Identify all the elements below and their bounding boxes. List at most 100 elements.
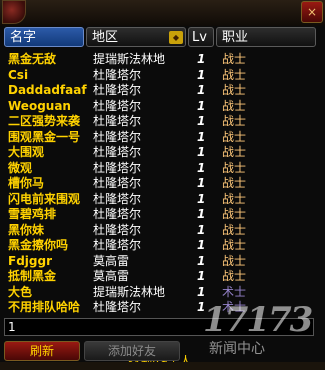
player-level: 1 xyxy=(197,129,206,144)
player-class: 战士 xyxy=(222,207,247,221)
player-level: 1 xyxy=(197,269,206,283)
player-name: 二区强势来袭 xyxy=(8,114,81,128)
player-zone: 莫高雷 xyxy=(93,253,130,268)
player-level: 1 xyxy=(197,98,206,113)
player-class: 战士 xyxy=(222,52,247,66)
player-name: Weoguan xyxy=(8,98,71,113)
table-row[interactable]: Fdjggr 莫高雷 1 战士 xyxy=(4,254,316,269)
player-name: 闪电前来围观 xyxy=(8,191,81,206)
zone-dropdown[interactable]: 地区 ◆ xyxy=(86,27,186,47)
player-level: 1 xyxy=(197,253,206,268)
close-button[interactable]: × xyxy=(301,1,323,23)
column-header-level[interactable]: Lv xyxy=(188,27,214,47)
table-row[interactable]: 槽你马 杜隆塔尔 1 战士 xyxy=(4,176,316,191)
player-class: 战士 xyxy=(222,145,247,159)
player-name: 抵制黑金 xyxy=(8,269,57,283)
player-name: 大围观 xyxy=(8,145,45,159)
table-row[interactable]: 二区强势来袭 杜隆塔尔 1 战士 xyxy=(4,114,316,129)
player-name: Csi xyxy=(8,67,29,82)
player-level: 1 xyxy=(197,83,206,97)
player-name: 微观 xyxy=(8,160,33,175)
table-row[interactable]: 黑你妹 杜隆塔尔 1 战士 xyxy=(4,223,316,238)
player-zone: 杜隆塔尔 xyxy=(93,145,142,159)
player-class: 战士 xyxy=(222,222,247,237)
player-name: 黑金擦你吗 xyxy=(8,238,69,252)
player-zone: 杜隆塔尔 xyxy=(93,114,142,128)
column-header-name-label: 名字 xyxy=(10,30,37,45)
player-name: 黑金无敌 xyxy=(8,52,57,66)
who-list-window: × 名字 地区 ◆ Lv 职业 找到49个人 黑金无敌 提瑞斯法林地 1 战士 Csi 杜… xyxy=(0,0,325,370)
watermark-caption: 新闻中心 xyxy=(209,341,265,357)
player-level: 1 xyxy=(197,284,206,299)
table-row[interactable]: 大色 提瑞斯法林地 1 术士 xyxy=(4,285,316,300)
player-list: 找到49个人 黑金无敌 提瑞斯法林地 1 战士 Csi 杜隆塔尔 1 战士 Daddadfaaf… xyxy=(4,50,316,368)
table-row[interactable]: Daddadfaaf 杜隆塔尔 1 战士 xyxy=(4,83,316,98)
player-level: 1 xyxy=(197,222,206,237)
table-row[interactable]: 闪电前来围观 杜隆塔尔 1 战士 xyxy=(4,192,316,207)
table-row[interactable]: Weoguan 杜隆塔尔 1 战士 xyxy=(4,99,316,114)
column-header-level-label: Lv xyxy=(192,30,207,45)
watermark-logo: 17173 xyxy=(203,300,313,340)
player-level: 1 xyxy=(197,191,206,206)
column-header-class-label: 职业 xyxy=(222,30,249,45)
player-class: 术士 xyxy=(222,284,247,299)
player-zone: 杜隆塔尔 xyxy=(93,191,142,206)
zone-dropdown-label: 地区 xyxy=(92,30,119,45)
player-name: 不用排队哈哈 xyxy=(8,300,81,314)
player-class: 战士 xyxy=(222,191,247,206)
player-level: 1 xyxy=(197,160,206,175)
player-level: 1 xyxy=(197,52,206,66)
player-class: 战士 xyxy=(222,67,247,82)
player-level: 1 xyxy=(197,114,206,128)
player-level: 1 xyxy=(197,145,206,159)
player-level: 1 xyxy=(197,67,206,82)
refresh-button[interactable]: 刷新 xyxy=(4,341,80,361)
player-class: 战士 xyxy=(222,98,247,113)
player-level: 1 xyxy=(197,176,206,190)
portrait-icon xyxy=(2,0,26,24)
add-friend-button[interactable]: 添加好友 xyxy=(84,341,180,361)
table-row[interactable]: 微观 杜隆塔尔 1 战士 xyxy=(4,161,316,176)
player-class: 战士 xyxy=(222,114,247,128)
player-zone: 杜隆塔尔 xyxy=(93,129,142,144)
player-level: 1 xyxy=(197,238,206,252)
table-row[interactable]: 大围观 杜隆塔尔 1 战士 xyxy=(4,145,316,160)
player-class: 战士 xyxy=(222,238,247,252)
player-name: 槽你马 xyxy=(8,176,45,190)
table-row[interactable]: 黑金无敌 提瑞斯法林地 1 战士 xyxy=(4,52,316,67)
player-class: 战士 xyxy=(222,253,247,268)
player-name: 雪碧鸡排 xyxy=(8,207,57,221)
player-zone: 杜隆塔尔 xyxy=(93,98,142,113)
table-row[interactable]: 抵制黑金 莫高雷 1 战士 xyxy=(4,269,316,284)
table-row[interactable]: 黑金擦你吗 杜隆塔尔 1 战士 xyxy=(4,238,316,253)
table-row[interactable]: Csi 杜隆塔尔 1 战士 xyxy=(4,68,316,83)
player-name: Fdjggr xyxy=(8,253,52,268)
player-zone: 杜隆塔尔 xyxy=(93,238,142,252)
player-zone: 杜隆塔尔 xyxy=(93,160,142,175)
column-header-class[interactable]: 职业 xyxy=(216,27,316,47)
player-level: 1 xyxy=(197,207,206,221)
table-row[interactable]: 围观黑金一号 杜隆塔尔 1 战士 xyxy=(4,130,316,145)
player-name: 黑你妹 xyxy=(8,222,45,237)
player-zone: 杜隆塔尔 xyxy=(93,207,142,221)
player-class: 战士 xyxy=(222,269,247,283)
player-class: 战士 xyxy=(222,176,247,190)
player-zone: 提瑞斯法林地 xyxy=(93,284,166,299)
bottom-tab-strip xyxy=(0,362,325,370)
site-watermark: 17173 新闻中心 xyxy=(203,300,321,360)
player-zone: 杜隆塔尔 xyxy=(93,222,142,237)
player-zone: 提瑞斯法林地 xyxy=(93,52,166,66)
player-class: 战士 xyxy=(222,160,247,175)
player-class: 战士 xyxy=(222,83,247,97)
player-zone: 杜隆塔尔 xyxy=(93,176,142,190)
player-zone: 莫高雷 xyxy=(93,269,130,283)
dropdown-arrow-icon[interactable]: ◆ xyxy=(169,31,183,44)
player-name: 围观黑金一号 xyxy=(8,129,81,144)
table-row[interactable]: 雪碧鸡排 杜隆塔尔 1 战士 xyxy=(4,207,316,222)
player-zone: 杜隆塔尔 xyxy=(93,300,142,314)
player-name: 大色 xyxy=(8,284,33,299)
player-zone: 杜隆塔尔 xyxy=(93,83,142,97)
column-headers: 名字 地区 ◆ Lv 职业 xyxy=(4,27,316,49)
column-header-name[interactable]: 名字 xyxy=(4,27,84,47)
player-zone: 杜隆塔尔 xyxy=(93,67,142,82)
